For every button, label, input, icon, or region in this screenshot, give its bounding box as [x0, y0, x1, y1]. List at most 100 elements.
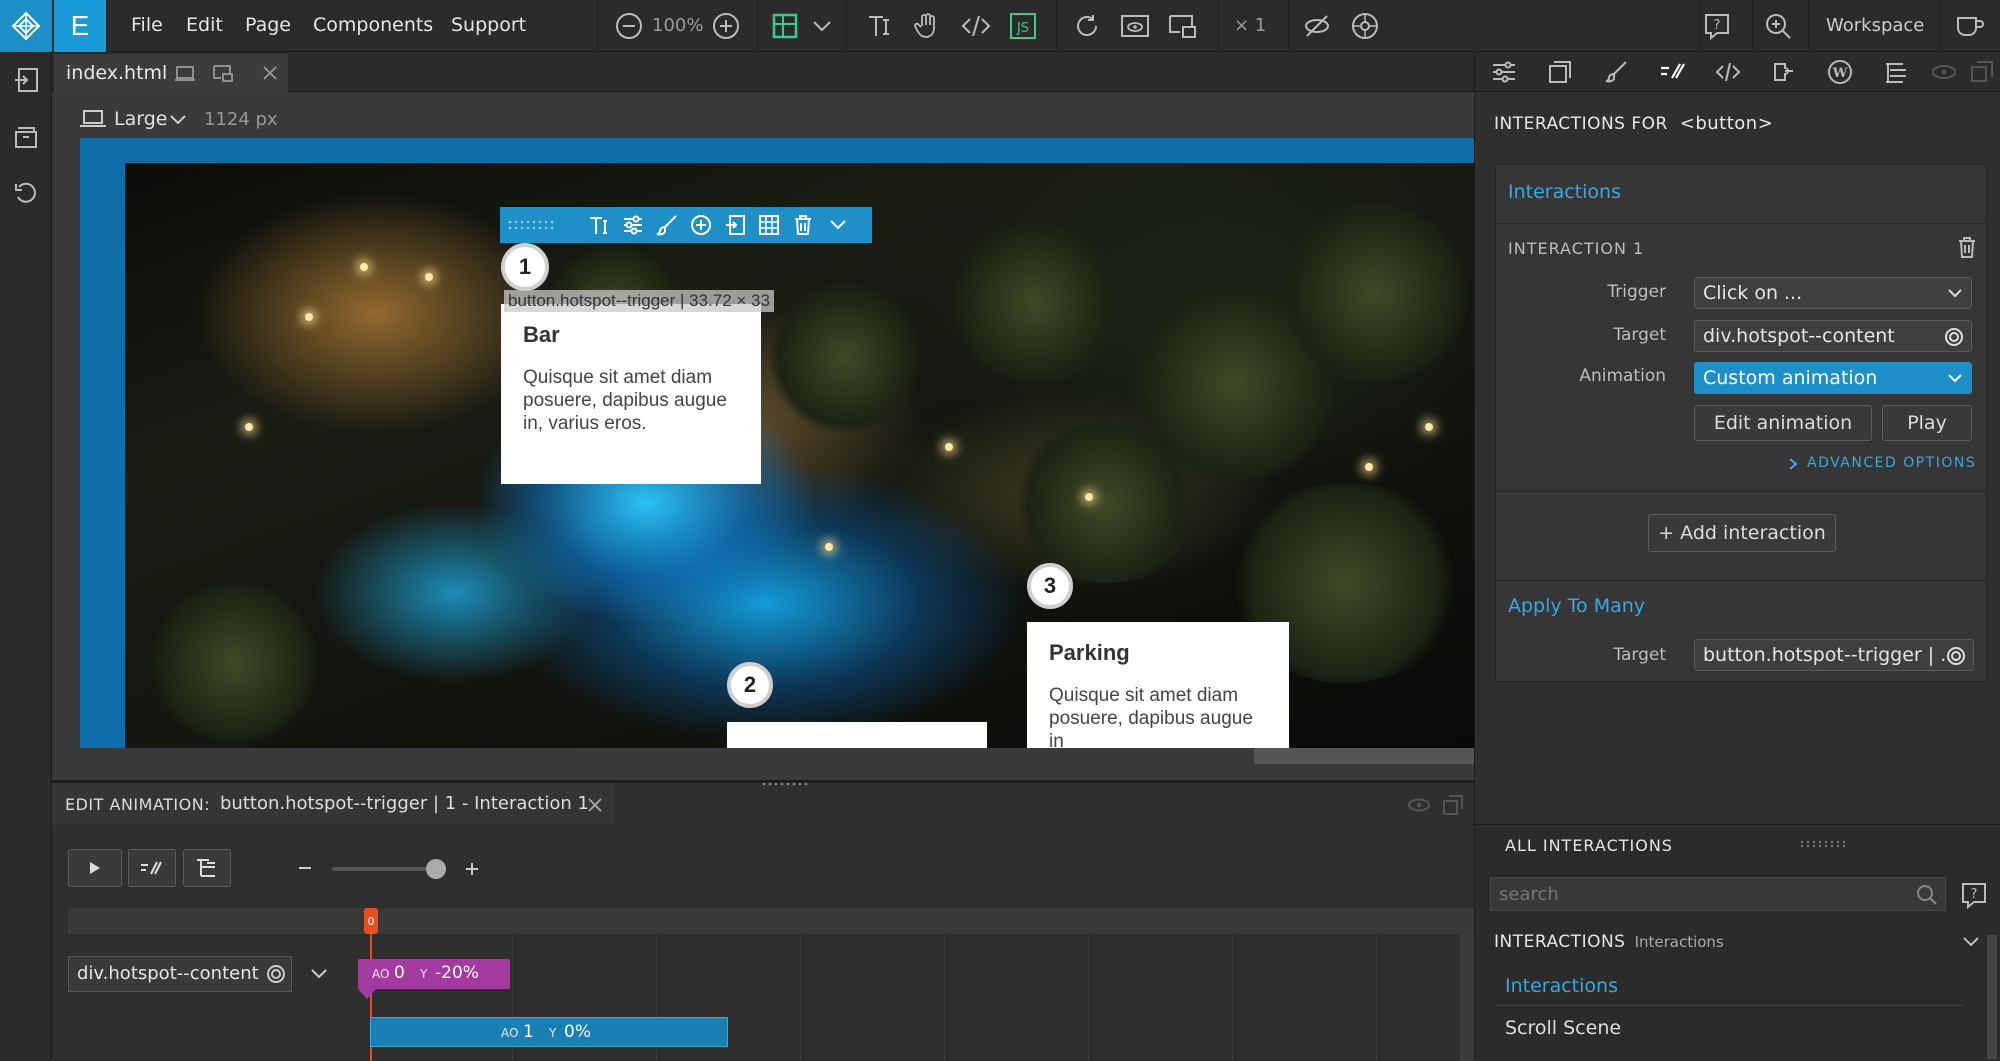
animation-tab[interactable]: EDIT ANIMATION: button.hotspot--trigger …: [52, 783, 614, 825]
visibility-icon[interactable]: [1406, 795, 1432, 815]
menu-file[interactable]: File: [131, 14, 163, 36]
drag-handle-icon[interactable]: [506, 215, 556, 235]
interact-hand-icon[interactable]: [912, 12, 942, 40]
close-icon[interactable]: [586, 796, 604, 814]
detach-panel-icon[interactable]: [1967, 58, 1997, 86]
delete-trash-icon[interactable]: [790, 213, 816, 237]
keyframe-start[interactable]: AO 0 Y -20%: [358, 959, 510, 989]
drag-handle-icon[interactable]: [1797, 839, 1851, 849]
keyframe-tween[interactable]: AO 1 Y 0%: [370, 1017, 728, 1047]
close-icon[interactable]: [260, 63, 280, 83]
timeline-ruler[interactable]: [68, 908, 1474, 934]
zoom-in-icon[interactable]: [462, 859, 482, 879]
properties-sliders-icon[interactable]: [620, 213, 646, 237]
split-view-icon[interactable]: [212, 63, 234, 83]
timeline-zoom-slider[interactable]: [332, 867, 440, 871]
wordpress-icon[interactable]: W: [1825, 58, 1855, 86]
properties-icon[interactable]: [1489, 58, 1519, 86]
apply-to-many-title[interactable]: Apply To Many: [1508, 595, 1645, 617]
menu-support[interactable]: Support: [451, 14, 526, 36]
insert-element-icon[interactable]: [722, 213, 748, 237]
canvas-scrollbar[interactable]: [1254, 748, 1474, 764]
chevron-down-icon[interactable]: [810, 16, 834, 36]
tree-view-icon[interactable]: [1881, 58, 1911, 86]
hotspot-trigger-1[interactable]: 1: [501, 243, 549, 291]
desktop-view-icon[interactable]: [174, 63, 196, 83]
trigger-select[interactable]: Click on ...: [1694, 277, 1972, 309]
visibility-icon[interactable]: [1929, 58, 1959, 86]
target-field[interactable]: div.hotspot--content: [1694, 320, 1972, 352]
drag-handle-icon[interactable]: [760, 780, 816, 788]
grid-icon[interactable]: [756, 213, 782, 237]
interactions-section-title[interactable]: Interactions: [1508, 181, 1621, 203]
coffee-cup-icon[interactable]: [1952, 11, 1988, 41]
keyframe-y-value[interactable]: -20%: [435, 963, 479, 983]
grid-layout-icon[interactable]: [770, 12, 800, 40]
tab-index-html[interactable]: index.html: [54, 54, 288, 92]
editor-mode-icon[interactable]: E: [54, 0, 106, 52]
hotspot-trigger-3[interactable]: 3: [1027, 563, 1073, 609]
device-size-select[interactable]: Large: [114, 108, 167, 130]
interactions-list-item[interactable]: Interactions: [1505, 975, 1618, 997]
keyframe-ao-value[interactable]: 0: [394, 963, 405, 983]
list-scrollbar[interactable]: [1987, 935, 1997, 1059]
app-logo-icon[interactable]: [0, 0, 52, 52]
style-brush-icon[interactable]: [654, 213, 680, 237]
insert-icon[interactable]: [11, 65, 41, 95]
add-interaction-button[interactable]: + Add interaction: [1648, 514, 1836, 552]
plugin-icon[interactable]: [1769, 58, 1799, 86]
chevron-down-icon[interactable]: [308, 965, 330, 983]
code-icon[interactable]: [960, 12, 992, 40]
menu-components[interactable]: Components: [313, 14, 433, 36]
keyframe-ao-value[interactable]: 1: [523, 1022, 534, 1042]
responsive-icon[interactable]: [1167, 11, 1199, 41]
animation-select[interactable]: Custom animation: [1694, 362, 1972, 394]
chevron-down-icon[interactable]: [168, 112, 188, 128]
delete-trash-icon[interactable]: [1954, 233, 1980, 261]
advanced-options-link[interactable]: ADVANCED OPTIONS: [1807, 455, 1976, 471]
zoom-in-icon[interactable]: [711, 11, 741, 41]
settings-wheel-icon[interactable]: [1349, 11, 1381, 41]
keyframe-y-value[interactable]: 0%: [564, 1022, 591, 1042]
chevron-right-icon[interactable]: [1786, 455, 1800, 473]
zoom-out-icon[interactable]: [296, 859, 314, 877]
interactions-toggle-icon[interactable]: [128, 849, 176, 887]
preview-icon[interactable]: [1119, 11, 1151, 41]
library-box-icon[interactable]: [11, 122, 41, 152]
refresh-icon[interactable]: [1072, 11, 1102, 41]
chevron-down-icon[interactable]: [826, 215, 850, 235]
interactions-group-header[interactable]: INTERACTIONS Interactions: [1494, 932, 1724, 952]
chevron-down-icon[interactable]: [1960, 931, 1982, 953]
interactions-icon[interactable]: [1657, 58, 1687, 86]
menu-edit[interactable]: Edit: [186, 14, 223, 36]
track-target-field[interactable]: div.hotspot--content: [68, 956, 292, 992]
add-element-icon[interactable]: [688, 213, 714, 237]
search-input[interactable]: [1490, 877, 1946, 911]
component-icon[interactable]: [1545, 58, 1575, 86]
target-picker-icon[interactable]: [265, 963, 287, 985]
text-tool-icon[interactable]: [586, 213, 612, 237]
target-picker-icon[interactable]: [1943, 326, 1965, 348]
edit-animation-button[interactable]: Edit animation: [1694, 405, 1872, 441]
apply-target-field[interactable]: button.hotspot--trigger | ...: [1694, 639, 1974, 671]
history-undo-icon[interactable]: [11, 178, 41, 208]
target-picker-icon[interactable]: [1945, 645, 1967, 667]
search-zoom-icon[interactable]: [1763, 11, 1793, 41]
code-icon[interactable]: [1713, 58, 1743, 86]
js-icon[interactable]: JS: [1008, 11, 1038, 41]
slider-thumb[interactable]: [426, 859, 446, 879]
menu-page[interactable]: Page: [245, 14, 291, 36]
workspace-menu[interactable]: Workspace: [1826, 15, 1924, 36]
tree-structure-icon[interactable]: [183, 849, 231, 887]
visibility-off-icon[interactable]: [1301, 11, 1333, 41]
playhead-marker[interactable]: 0: [364, 908, 378, 934]
hotspot-trigger-2[interactable]: 2: [727, 662, 773, 708]
help-icon[interactable]: ?: [1959, 881, 1989, 909]
brush-icon[interactable]: [1601, 58, 1631, 86]
multiplier-label[interactable]: × 1: [1234, 15, 1266, 36]
help-icon[interactable]: ?: [1702, 11, 1732, 41]
text-edit-icon[interactable]: [864, 12, 894, 40]
scroll-scene-list-item[interactable]: Scroll Scene: [1505, 1017, 1621, 1039]
zoom-out-icon[interactable]: [614, 11, 644, 41]
search-icon[interactable]: [1915, 883, 1939, 907]
